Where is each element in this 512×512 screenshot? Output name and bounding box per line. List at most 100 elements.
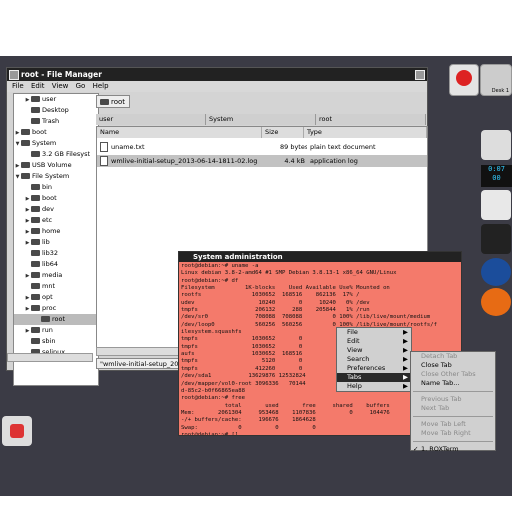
- menu-edit[interactable]: Edit: [31, 82, 45, 90]
- submenu-arrow-icon: ▶: [403, 337, 408, 345]
- menu-go[interactable]: Go: [76, 82, 86, 90]
- tree-item[interactable]: ▶ etc: [14, 215, 98, 226]
- context-menu-item[interactable]: Tabs ▶: [337, 373, 411, 382]
- folder-icon: [31, 96, 40, 102]
- menu-item-label: Detach Tab: [421, 352, 458, 360]
- tree-item-label: File System: [32, 172, 70, 180]
- folder-icon: [31, 272, 40, 278]
- file-list-header: Name Size Type: [97, 127, 427, 138]
- submenu-arrow-icon: ▶: [403, 373, 408, 381]
- tree-item[interactable]: ▼ System: [14, 138, 98, 149]
- menu-file[interactable]: File: [12, 82, 24, 90]
- tree-item[interactable]: ▶ proc: [14, 303, 98, 314]
- firefox-icon[interactable]: [481, 288, 511, 316]
- desk-label: Desk 1: [491, 88, 509, 94]
- tree-item[interactable]: ▶ lib: [14, 237, 98, 248]
- volume-icon[interactable]: [481, 190, 511, 220]
- folder-icon: [31, 228, 40, 234]
- tree-item[interactable]: sbin: [14, 336, 98, 347]
- settings-dock-icon[interactable]: [2, 416, 32, 446]
- column-type[interactable]: Type: [304, 127, 427, 138]
- tabs-menu-item[interactable]: ✓ 1. ROXTerm: [411, 445, 495, 454]
- close-icon[interactable]: [415, 70, 425, 80]
- tree-item[interactable]: Desktop: [14, 105, 98, 116]
- menu-view[interactable]: View: [52, 82, 69, 90]
- crumb-root[interactable]: root: [316, 114, 426, 125]
- app-dock-icon[interactable]: [481, 130, 511, 160]
- trash-dock-icon[interactable]: [449, 64, 479, 96]
- tabs-menu-item: Previous Tab: [411, 395, 495, 404]
- tabs-menu-item[interactable]: Name Tab...: [411, 379, 495, 388]
- folder-icon: [31, 184, 40, 190]
- context-menu: File ▶ Edit ▶ View ▶ Search ▶ Preferences ▶ Tabs ▶ H…: [336, 327, 412, 392]
- desk-pager[interactable]: Desk 1: [480, 64, 512, 96]
- tabs-menu-item: Detach Tab: [411, 352, 495, 361]
- check-icon: ✓: [413, 445, 419, 453]
- tree-item-label: root: [52, 315, 66, 323]
- context-menu-item[interactable]: Help ▶: [337, 382, 411, 391]
- tree-item[interactable]: ▶ USB Volume: [14, 160, 98, 171]
- tree-item[interactable]: ▶ boot: [14, 193, 98, 204]
- tree-item[interactable]: ▼ File System: [14, 171, 98, 182]
- file-type: application log: [310, 157, 358, 165]
- file-row[interactable]: uname.txt 89 bytes plain text document: [97, 141, 427, 153]
- column-name[interactable]: Name: [97, 127, 262, 138]
- tree-item[interactable]: mnt: [14, 281, 98, 292]
- tree-item-label: home: [42, 227, 61, 235]
- monitor-icon[interactable]: [481, 224, 511, 254]
- tree-item[interactable]: ▶ opt: [14, 292, 98, 303]
- tree-item[interactable]: ▶ dev: [14, 204, 98, 215]
- tree-item[interactable]: ▶ home: [14, 226, 98, 237]
- folder-tree: ▶ user Desktop Trash ▶ boot ▼ System 3.2 GB File…: [13, 93, 99, 386]
- terminal-titlebar[interactable]: System administration: [179, 252, 461, 262]
- file-manager-titlebar[interactable]: root - File Manager: [7, 68, 427, 81]
- location-button-root[interactable]: root: [96, 95, 130, 108]
- list-horizontal-scrollbar[interactable]: [96, 347, 180, 356]
- folder-icon: [21, 140, 30, 146]
- tree-item[interactable]: ▶ media: [14, 270, 98, 281]
- folder-icon: [31, 338, 40, 344]
- context-menu-item[interactable]: Edit ▶: [337, 337, 411, 346]
- crumb-user[interactable]: user: [96, 114, 206, 125]
- context-menu-item[interactable]: View ▶: [337, 346, 411, 355]
- tree-item-label: 3.2 GB Filesyst: [42, 150, 91, 158]
- tree-item[interactable]: ▶ boot: [14, 127, 98, 138]
- folder-icon: [21, 173, 30, 179]
- tree-item[interactable]: bin: [14, 182, 98, 193]
- tree-item[interactable]: lib32: [14, 248, 98, 259]
- thunderbird-icon[interactable]: [481, 258, 511, 286]
- tree-item-label: media: [42, 271, 63, 279]
- log-file-icon: [100, 156, 108, 166]
- tree-item-label: dev: [42, 205, 54, 213]
- window-menu-icon[interactable]: [9, 70, 19, 80]
- path-header: user System root: [96, 114, 426, 125]
- submenu-arrow-icon: ▶: [403, 364, 408, 372]
- tree-item[interactable]: Trash: [14, 116, 98, 127]
- clock-time: 0:07: [488, 165, 505, 173]
- menu-item-label: Preferences: [347, 364, 386, 372]
- menu-item-label: Name Tab...: [421, 379, 460, 387]
- tree-item[interactable]: root: [14, 314, 98, 325]
- file-row[interactable]: wmlive-initial-setup_2013-06-14-1811-02.…: [97, 155, 427, 167]
- column-size[interactable]: Size: [262, 127, 304, 138]
- tabs-menu-item[interactable]: Close Tab: [411, 361, 495, 370]
- context-menu-item[interactable]: File ▶: [337, 328, 411, 337]
- terminal-title: System administration: [193, 253, 283, 261]
- context-menu-item[interactable]: Preferences ▶: [337, 364, 411, 373]
- crumb-system[interactable]: System: [206, 114, 316, 125]
- folder-icon: [31, 305, 40, 311]
- tree-item-label: Desktop: [42, 106, 69, 114]
- status-bar: "wmlive-initial-setup_2013-: [96, 358, 186, 369]
- tree-item[interactable]: ▶ user: [14, 94, 98, 105]
- context-menu-item[interactable]: Search ▶: [337, 355, 411, 364]
- menu-separator: [413, 416, 493, 417]
- tree-horizontal-scrollbar[interactable]: [7, 353, 93, 362]
- folder-icon: [31, 283, 40, 289]
- menu-help[interactable]: Help: [93, 82, 109, 90]
- tree-item-label: run: [42, 326, 53, 334]
- tree-item-label: mnt: [42, 282, 55, 290]
- tree-item[interactable]: lib64: [14, 259, 98, 270]
- menu-item-label: Close Tab: [421, 361, 452, 369]
- tree-item[interactable]: 3.2 GB Filesyst: [14, 149, 98, 160]
- tree-item[interactable]: ▶ run: [14, 325, 98, 336]
